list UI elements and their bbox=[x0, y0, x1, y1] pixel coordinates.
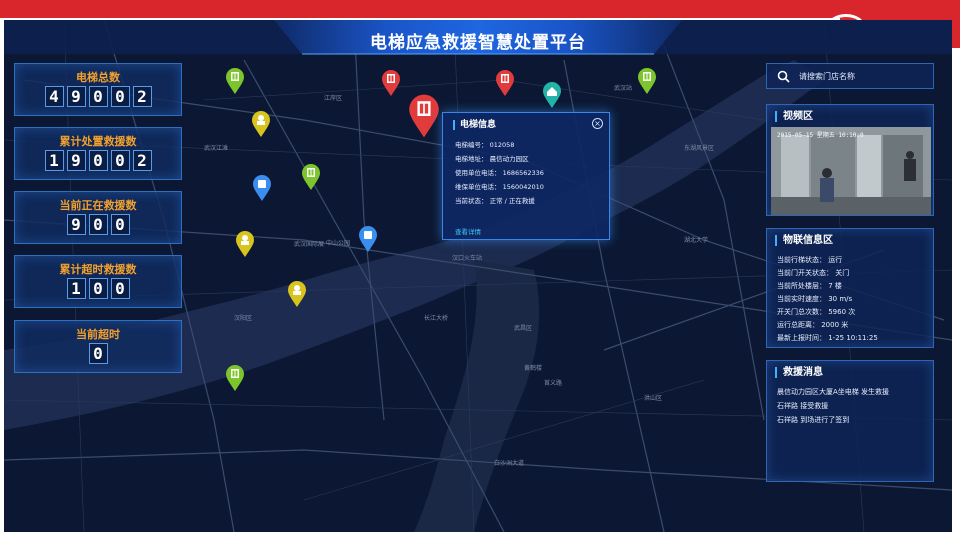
elevator-pin-red-selected[interactable] bbox=[407, 93, 441, 139]
popup-line: 当前状态： 正常 / 正在救援 bbox=[455, 197, 535, 205]
map-label: 武汉江滩 bbox=[204, 144, 228, 152]
top-red-bar bbox=[0, 0, 960, 18]
map-label: 武汉国际展 bbox=[294, 240, 324, 248]
elevator-pin-green[interactable] bbox=[301, 163, 321, 191]
map-label: 汉口火车站 bbox=[452, 254, 482, 262]
popup-line: 使用单位电话： 1686562336 bbox=[455, 169, 544, 177]
elevator-info-popup: 电梯信息 × 电梯编号： 012058 电梯地址： 晨信动力园区 使用单位电话：… bbox=[442, 112, 610, 240]
stat-digit: 2 bbox=[132, 150, 152, 171]
stat-digit: 9 bbox=[66, 214, 86, 235]
map-label: 黄鹤楼 bbox=[524, 364, 542, 372]
stat-label: 累计处置救援数 bbox=[59, 135, 137, 148]
iot-info-panel: 物联信息区 当前行梯状态： 运行 当前门开关状态： 关门 当前所处楼层： 7 楼… bbox=[766, 228, 934, 348]
rescue-message: 晨信动力园区大厦A坐电梯 发生救援 bbox=[777, 388, 890, 396]
rescue-message: 石祥路 到场进行了签到 bbox=[777, 416, 850, 424]
dashboard-stage: 中山公园 武汉国际展 汉口火车站 长江大桥 武昌区 湖北大学 汉阳区 江岸区 洪… bbox=[4, 20, 952, 532]
iot-line: 运行总距离： 2000 米 bbox=[777, 321, 849, 329]
stat-digit: 0 bbox=[88, 150, 108, 171]
elevator-pin-green[interactable] bbox=[225, 67, 245, 95]
worker-pin-yellow[interactable] bbox=[235, 230, 255, 258]
iot-line: 当前门开关状态： 关门 bbox=[777, 269, 850, 277]
vehicle-pin-blue[interactable] bbox=[252, 174, 272, 202]
worker-pin-yellow[interactable] bbox=[287, 280, 307, 308]
stat-digit: 0 bbox=[110, 278, 130, 299]
panel-title: 物联信息区 bbox=[775, 235, 833, 246]
elevator-pin-green[interactable] bbox=[637, 67, 657, 95]
stat-digit: 0 bbox=[110, 214, 130, 235]
stat-digit: 9 bbox=[66, 150, 86, 171]
stat-digit: 0 bbox=[88, 86, 108, 107]
map-label: 湖北大学 bbox=[684, 236, 708, 244]
iot-line: 当前实时速度： 30 m/s bbox=[777, 295, 853, 303]
stat-label: 当前超时 bbox=[76, 328, 120, 341]
video-timestamp: 2015-05-15 星期五 10:10:0 bbox=[777, 132, 864, 139]
iot-line: 最新上报时间： 1-25 10:11:25 bbox=[777, 334, 878, 342]
map-label: 武汉站 bbox=[614, 84, 632, 92]
stat-digit: 0 bbox=[88, 278, 108, 299]
stat-card-current-timeout: 当前超时 0 bbox=[14, 320, 182, 373]
stat-card-timeout-rescues: 累计超时救援数 1 0 0 bbox=[14, 255, 182, 308]
stat-digit: 9 bbox=[66, 86, 86, 107]
stat-label: 累计超时救援数 bbox=[59, 263, 137, 276]
close-icon[interactable]: × bbox=[592, 118, 603, 129]
page-title: 电梯应急救援智慧处置平台 bbox=[370, 33, 586, 53]
rescue-message: 石祥路 接受救援 bbox=[777, 402, 829, 410]
stat-digits: 1 0 0 bbox=[15, 278, 181, 299]
stat-digits: 4 9 0 0 2 bbox=[15, 86, 181, 107]
view-details-link[interactable]: 查看详情 bbox=[455, 226, 481, 236]
stat-digit: 1 bbox=[66, 278, 86, 299]
iot-line: 当前所处楼层： 7 楼 bbox=[777, 282, 842, 290]
map-label: 东湖风景区 bbox=[684, 144, 714, 152]
popup-title: 电梯信息 bbox=[453, 120, 496, 130]
stat-card-total-elevators: 电梯总数 4 9 0 0 2 bbox=[14, 63, 182, 116]
stat-digit: 2 bbox=[132, 86, 152, 107]
stat-digit: 1 bbox=[44, 150, 64, 171]
iot-line: 当前行梯状态： 运行 bbox=[777, 256, 843, 264]
stat-digit: 0 bbox=[110, 150, 130, 171]
stat-digit: 4 bbox=[44, 86, 64, 107]
header: 电梯应急救援智慧处置平台 bbox=[4, 20, 952, 58]
video-panel: 视频区 2015-05-15 星期五 10:10:0 bbox=[766, 104, 934, 216]
stat-card-current-rescues: 当前正在救援数 9 0 0 bbox=[14, 191, 182, 244]
home-pin-teal[interactable] bbox=[542, 81, 562, 109]
stat-digit: 0 bbox=[88, 343, 108, 364]
camera-image bbox=[771, 127, 931, 215]
map-label: 汉阳区 bbox=[234, 314, 252, 322]
stat-label: 电梯总数 bbox=[76, 71, 120, 84]
worker-pin-yellow[interactable] bbox=[251, 110, 271, 138]
vehicle-pin-blue[interactable] bbox=[358, 225, 378, 253]
elevator-camera-feed[interactable]: 2015-05-15 星期五 10:10:0 bbox=[771, 127, 931, 215]
rescue-messages-panel: 救援消息 晨信动力园区大厦A坐电梯 发生救援 石祥路 接受救援 石祥路 到场进行… bbox=[766, 360, 934, 482]
stat-digits: 9 0 0 bbox=[15, 214, 181, 235]
stat-label: 当前正在救援数 bbox=[59, 199, 137, 212]
map-label: 洪山区 bbox=[644, 394, 662, 402]
iot-line: 开关门总次数： 5960 次 bbox=[777, 308, 856, 316]
map-label: 江岸区 bbox=[324, 95, 342, 102]
search-input[interactable] bbox=[799, 68, 927, 85]
store-search-box[interactable] bbox=[766, 63, 934, 89]
map-label: 白沙洲大道 bbox=[494, 459, 524, 467]
map-label: 中山公园 bbox=[326, 239, 350, 247]
stat-digit: 0 bbox=[88, 214, 108, 235]
elevator-pin-green[interactable] bbox=[225, 364, 245, 392]
stat-digits: 0 bbox=[15, 343, 181, 364]
stat-digits: 1 9 0 0 2 bbox=[15, 150, 181, 171]
stat-card-total-rescues: 累计处置救援数 1 9 0 0 2 bbox=[14, 127, 182, 180]
map-label: 武昌区 bbox=[514, 324, 532, 332]
popup-line: 电梯编号： 012058 bbox=[455, 141, 515, 149]
map-label: 长江大桥 bbox=[424, 314, 448, 322]
popup-line: 电梯地址： 晨信动力园区 bbox=[455, 155, 529, 163]
stat-digit: 0 bbox=[110, 86, 130, 107]
panel-title: 救援消息 bbox=[775, 367, 823, 378]
elevator-pin-red[interactable] bbox=[381, 69, 401, 97]
search-icon bbox=[777, 70, 790, 83]
map-label: 首义路 bbox=[544, 379, 562, 387]
popup-line: 维保单位电话： 1560042010 bbox=[455, 183, 544, 191]
panel-title: 视频区 bbox=[775, 111, 813, 122]
elevator-pin-red[interactable] bbox=[495, 69, 515, 97]
